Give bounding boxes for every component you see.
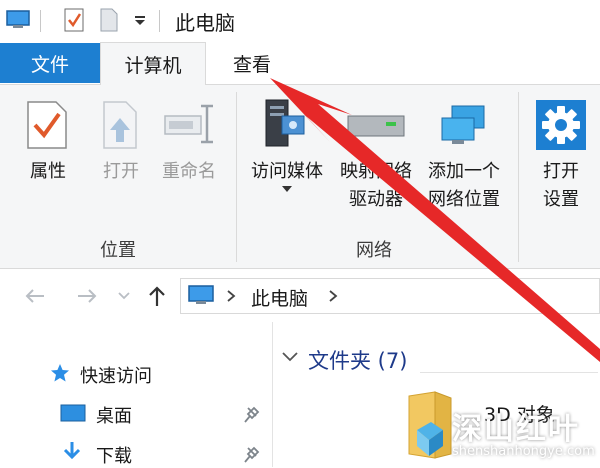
- watermark-text: 深山红叶: [452, 412, 580, 447]
- watermark-url: shenshanhongye.com: [452, 444, 595, 459]
- annotation-arrow: [270, 78, 600, 362]
